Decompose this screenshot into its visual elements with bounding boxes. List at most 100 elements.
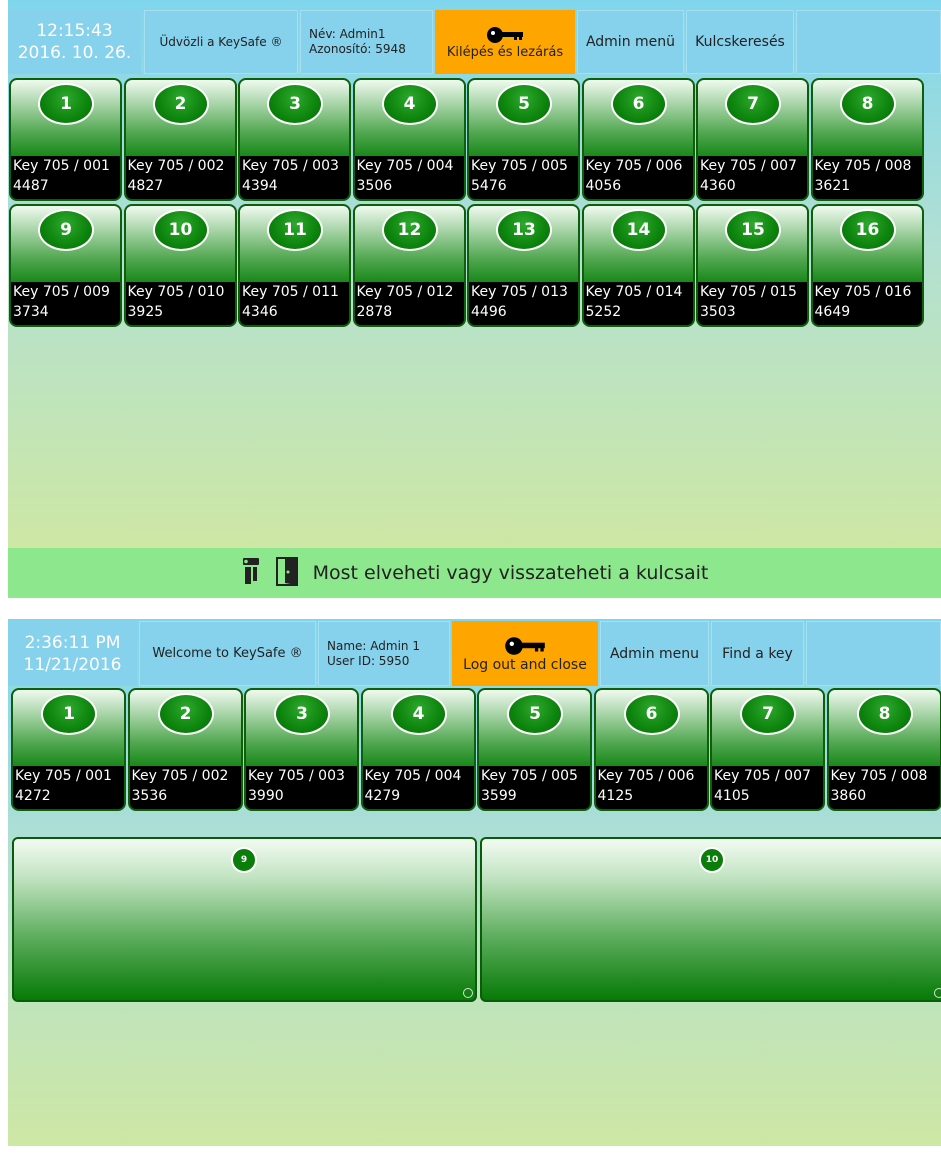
logout-button[interactable]: Kilépés és lezárás	[435, 10, 575, 74]
indicator-ring	[934, 988, 941, 998]
key-tile[interactable]: 10 Key 705 / 010 3925	[123, 204, 237, 327]
key-tile[interactable]: 1 Key 705 / 001 4272	[11, 688, 126, 811]
key-code: 3506	[356, 178, 393, 194]
key-tile[interactable]: 3 Key 705 / 003 3990	[244, 688, 359, 811]
key-tile[interactable]: 16 Key 705 / 016 4649	[810, 204, 924, 327]
key-label: Key 705 / 005 5476	[469, 156, 578, 199]
welcome-panel: Welcome to KeySafe ®	[139, 621, 316, 686]
key-number-badge: 5	[507, 693, 563, 735]
key-tile[interactable]: 6 Key 705 / 006 4056	[581, 78, 695, 201]
key-label: Key 705 / 015 3503	[698, 282, 807, 325]
key-number-badge: 4	[390, 693, 447, 735]
key-label: Key 705 / 004 3506	[354, 156, 464, 199]
key-label: Key 705 / 008 3621	[812, 156, 922, 199]
key-name: Key 705 / 016	[814, 284, 912, 300]
key-number-badge: 7	[740, 693, 796, 735]
key-slot-large[interactable]: 10	[480, 837, 941, 1002]
key-code: 4649	[814, 304, 851, 320]
key-code: 3503	[700, 304, 736, 320]
key-code: 5476	[471, 178, 507, 194]
key-number-badge: 2	[152, 83, 209, 125]
key-tile[interactable]: 6 Key 705 / 006 4125	[593, 688, 709, 811]
key-code: 3990	[248, 788, 284, 804]
key-name: Key 705 / 006	[597, 768, 695, 784]
key-icon	[487, 26, 523, 43]
key-label: Key 705 / 004 4279	[362, 766, 474, 809]
admin-menu-button[interactable]: Admin menu	[600, 621, 709, 686]
key-name: Key 705 / 009	[13, 284, 110, 300]
key-code: 2878	[356, 304, 393, 320]
key-tile[interactable]: 14 Key 705 / 014 5252	[581, 204, 695, 327]
user-name: Név: Admin1	[309, 27, 386, 41]
key-number-badge: 11	[267, 209, 323, 251]
key-tile[interactable]: 11 Key 705 / 011 4346	[238, 204, 351, 327]
key-label: Key 705 / 016 4649	[812, 282, 922, 325]
key-label: Key 705 / 005 3599	[479, 766, 590, 809]
key-name: Key 705 / 008	[830, 768, 928, 784]
key-name: Key 705 / 007	[714, 768, 811, 784]
key-code: 4360	[700, 178, 736, 194]
status-bar: Most elveheti vagy visszateheti a kulcsa…	[8, 548, 941, 598]
key-code: 4279	[364, 788, 401, 804]
key-name: Key 705 / 001	[15, 768, 112, 784]
key-label: Key 705 / 002 3536	[129, 766, 241, 809]
key-label: Key 705 / 007 4360	[698, 156, 807, 199]
welcome-panel: Üdvözli a KeySafe ®	[144, 10, 298, 74]
key-tile[interactable]: 7 Key 705 / 007 4105	[710, 688, 825, 811]
key-label: Key 705 / 003 4394	[240, 156, 349, 199]
key-code: 3925	[127, 304, 164, 320]
key-code: 4346	[242, 304, 278, 320]
key-name: Key 705 / 004	[364, 768, 462, 784]
key-slot-large[interactable]: 9	[12, 837, 477, 1002]
key-holder-icon	[241, 556, 261, 591]
key-tile[interactable]: 9 Key 705 / 009 3734	[9, 204, 122, 327]
key-code: 3734	[13, 304, 49, 320]
key-tile[interactable]: 4 Key 705 / 004 3506	[352, 78, 466, 201]
key-tile[interactable]: 8 Key 705 / 008 3860	[826, 688, 941, 811]
key-name: Key 705 / 001	[13, 158, 110, 174]
clock: 2:36:11 PM 11/21/2016	[8, 621, 137, 686]
key-name: Key 705 / 005	[481, 768, 578, 784]
find-key-button[interactable]: Find a key	[711, 621, 804, 686]
key-number-badge: 5	[496, 83, 552, 125]
door-icon	[275, 556, 299, 591]
key-name: Key 705 / 006	[585, 158, 683, 174]
key-tile[interactable]: 5 Key 705 / 005 5476	[467, 78, 580, 201]
key-tile[interactable]: 5 Key 705 / 005 3599	[477, 688, 592, 811]
user-info: Név: Admin1 Azonosító: 5948	[300, 10, 433, 74]
key-tile[interactable]: 1 Key 705 / 001 4487	[9, 78, 122, 201]
welcome-text: Welcome to KeySafe ®	[152, 646, 303, 661]
key-tile[interactable]: 4 Key 705 / 004 4279	[360, 688, 476, 811]
key-tile[interactable]: 3 Key 705 / 003 4394	[238, 78, 351, 201]
user-name: Name: Admin 1	[327, 638, 420, 653]
key-tile[interactable]: 8 Key 705 / 008 3621	[810, 78, 924, 201]
clock: 12:15:43 2016. 10. 26.	[8, 10, 141, 74]
key-name: Key 705 / 003	[242, 158, 339, 174]
key-number-badge: 6	[610, 83, 667, 125]
key-code: 4272	[15, 788, 51, 804]
slot-number-badge: 10	[699, 847, 725, 873]
key-number-badge: 8	[856, 693, 913, 735]
key-name: Key 705 / 002	[131, 768, 229, 784]
key-label: Key 705 / 006 4056	[583, 156, 693, 199]
key-label: Key 705 / 003 3990	[246, 766, 357, 809]
key-tile[interactable]: 2 Key 705 / 002 4827	[123, 78, 237, 201]
clock-date: 2016. 10. 26.	[17, 43, 132, 63]
key-tile[interactable]: 13 Key 705 / 013 4496	[467, 204, 580, 327]
key-tile[interactable]: 12 Key 705 / 012 2878	[352, 204, 466, 327]
admin-menu-button[interactable]: Admin menü	[577, 10, 684, 74]
key-name: Key 705 / 003	[248, 768, 345, 784]
logout-label: Kilépés és lezárás	[446, 44, 564, 60]
key-code: 5252	[585, 304, 622, 320]
status-message: Most elveheti vagy visszateheti a kulcsa…	[312, 562, 709, 584]
key-tile[interactable]: 15 Key 705 / 015 3503	[696, 204, 809, 327]
key-number-badge: 14	[610, 209, 667, 251]
welcome-text: Üdvözli a KeySafe ®	[159, 35, 283, 49]
key-search-button[interactable]: Kulcskeresés	[686, 10, 794, 74]
logout-button[interactable]: Log out and close	[452, 621, 598, 686]
key-tile[interactable]: 2 Key 705 / 002 3536	[127, 688, 243, 811]
screen-hungarian: 12:15:43 2016. 10. 26. Üdvözli a KeySafe…	[8, 0, 941, 600]
key-code: 4056	[585, 178, 622, 194]
key-name: Key 705 / 004	[356, 158, 454, 174]
key-tile[interactable]: 7 Key 705 / 007 4360	[696, 78, 809, 201]
